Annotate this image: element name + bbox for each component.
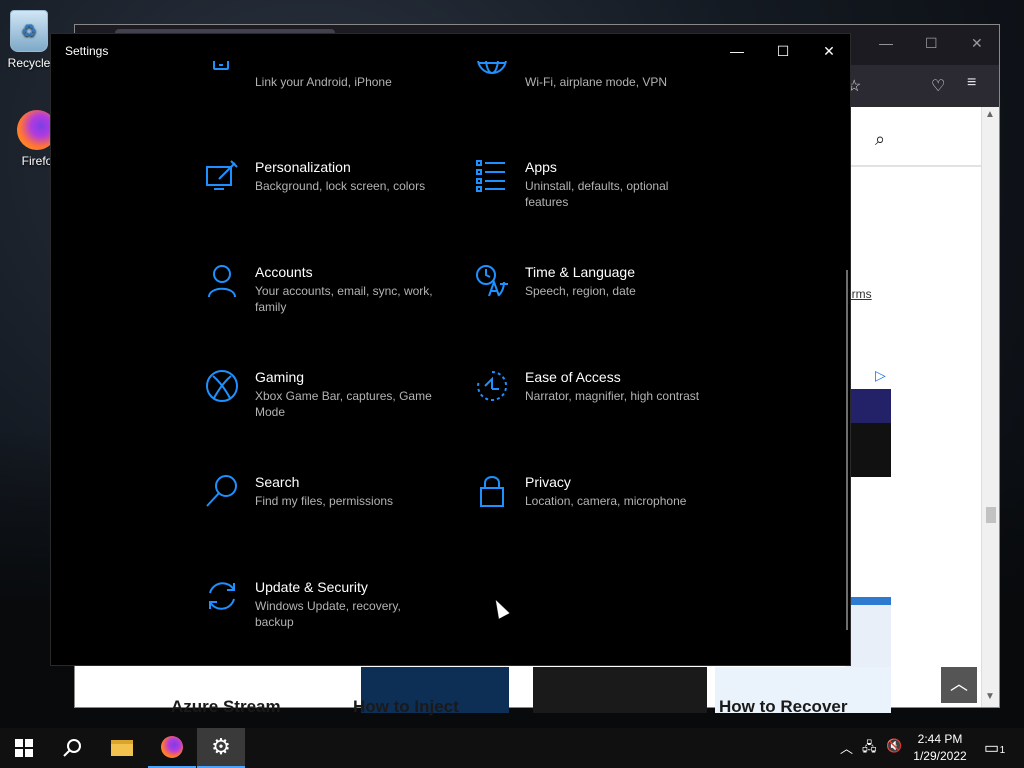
phone-icon <box>205 61 239 85</box>
browser-minimize-button[interactable]: — <box>879 35 893 51</box>
taskbar-search-button[interactable] <box>48 728 96 768</box>
search-icon <box>205 474 239 508</box>
settings-item-ease-of-access[interactable]: Ease of Access Narrator, magnifier, high… <box>475 369 735 459</box>
settings-item-phone[interactable]: Link your Android, iPhone <box>205 61 465 101</box>
settings-item-description: Background, lock screen, colors <box>255 179 426 193</box>
windows-logo-icon <box>15 739 33 757</box>
settings-item-name: Update & Security <box>255 579 368 595</box>
settings-item-name: Gaming <box>255 369 305 385</box>
settings-item-description: Narrator, magnifier, high contrast <box>525 389 700 403</box>
settings-item-gaming[interactable]: Gaming Xbox Game Bar, captures, Game Mod… <box>205 369 465 459</box>
scroll-up-arrow-icon[interactable]: ▲ <box>985 109 995 120</box>
ease-of-access-icon <box>475 369 509 403</box>
article-title[interactable]: How to Remove <box>537 697 665 717</box>
settings-scrollbar[interactable] <box>846 270 848 630</box>
apps-list-icon <box>475 159 509 193</box>
settings-item-description: Speech, region, date <box>525 284 636 298</box>
globe-icon <box>475 61 509 81</box>
taskbar-firefox[interactable] <box>148 728 196 768</box>
show-hidden-icons-chevron-icon[interactable]: ︿ <box>840 738 853 757</box>
folder-icon <box>111 740 133 756</box>
browser-close-button[interactable]: ✕ <box>971 35 983 52</box>
sync-icon <box>205 579 239 613</box>
close-button[interactable]: ✕ <box>806 34 852 68</box>
ad-image-top <box>845 389 891 423</box>
divider <box>851 165 981 167</box>
settings-item-apps[interactable]: Apps Uninstall, defaults, optional featu… <box>475 159 735 249</box>
action-center-button[interactable]: ▭ 1 <box>984 738 1009 758</box>
settings-item-name: Personalization <box>255 159 351 175</box>
pocket-icon[interactable]: ♡ <box>931 76 945 96</box>
start-button[interactable] <box>0 728 48 768</box>
settings-item-name: Time & Language <box>525 264 635 280</box>
window-title: Settings <box>65 44 109 58</box>
settings-item-name: Search <box>255 474 300 490</box>
settings-item-description: Find my files, permissions <box>255 494 394 508</box>
settings-item-update-security[interactable]: Update & Security Windows Update, recove… <box>205 579 465 669</box>
article-title[interactable]: How to Recover <box>719 697 847 717</box>
menu-icon[interactable]: ≡ <box>967 74 976 92</box>
settings-item-name: Privacy <box>525 474 571 490</box>
settings-item-name: Accounts <box>255 264 313 280</box>
clock[interactable]: 2:44 PM 1/29/2022 <box>900 731 980 765</box>
clock-date: 1/29/2022 <box>913 749 967 763</box>
ad-choices-icon[interactable]: ▷ <box>875 367 886 384</box>
desktop-icon-label: Firefo <box>21 154 53 168</box>
settings-item-description: Your accounts, email, sync, work, family <box>255 284 433 314</box>
browser-scrollbar[interactable]: ▲ ▼ <box>981 107 999 707</box>
article-title[interactable]: Azure Stream <box>171 697 281 717</box>
person-icon <box>205 264 239 298</box>
search-icon <box>63 739 81 757</box>
settings-item-personalization[interactable]: Personalization Background, lock screen,… <box>205 159 465 249</box>
settings-item-network[interactable]: Wi-Fi, airplane mode, VPN <box>475 61 735 101</box>
firefox-icon <box>161 736 183 758</box>
desktop-icon-label: Recycle <box>7 56 51 70</box>
settings-item-description: Wi-Fi, airplane mode, VPN <box>525 75 668 89</box>
settings-item-name: Ease of Access <box>525 369 621 385</box>
browser-maximize-button[interactable]: ☐ <box>925 35 938 52</box>
clock-time: 2:44 PM <box>917 732 963 746</box>
taskbar: ⚙ ︿ 🖧 🔇 2:44 PM 1/29/2022 ▭ 1 <box>0 728 1024 768</box>
settings-item-privacy[interactable]: Privacy Location, camera, microphone <box>475 474 735 564</box>
search-icon[interactable]: ⌕ <box>875 129 885 150</box>
recycle-bin-icon <box>10 10 48 52</box>
settings-item-description: Windows Update, recovery, backup <box>255 599 401 629</box>
back-to-top-button[interactable]: ︿ <box>941 667 977 703</box>
settings-item-time-language[interactable]: Time & Language Speech, region, date <box>475 264 735 354</box>
taskbar-file-explorer[interactable] <box>98 728 146 768</box>
scrollbar-thumb[interactable] <box>986 507 996 523</box>
lock-icon <box>475 474 509 508</box>
scroll-down-arrow-icon[interactable]: ▼ <box>985 691 995 702</box>
gear-icon: ⚙ <box>211 734 231 759</box>
personalization-icon <box>205 159 239 193</box>
settings-window[interactable]: Settings — ☐ ✕ Link your Android, iPhone… <box>50 33 851 666</box>
maximize-button[interactable]: ☐ <box>760 34 806 68</box>
notification-icon: ▭ <box>984 740 1000 757</box>
notification-count: 1 <box>999 745 1006 756</box>
settings-item-description: Link your Android, iPhone <box>255 75 392 89</box>
taskbar-settings[interactable]: ⚙ <box>197 728 245 768</box>
article-title[interactable]: How to Inject <box>353 697 459 717</box>
settings-item-search[interactable]: Search Find my files, permissions <box>205 474 465 564</box>
settings-item-accounts[interactable]: Accounts Your accounts, email, sync, wor… <box>205 264 465 354</box>
settings-item-description: Location, camera, microphone <box>525 494 687 508</box>
network-icon[interactable]: 🖧 <box>862 738 877 760</box>
settings-item-description: Xbox Game Bar, captures, Game Mode <box>255 389 432 419</box>
settings-item-description: Uninstall, defaults, optional features <box>525 179 669 209</box>
settings-item-name: Apps <box>525 159 557 175</box>
time-language-icon <box>475 264 509 298</box>
xbox-icon <box>205 369 239 403</box>
